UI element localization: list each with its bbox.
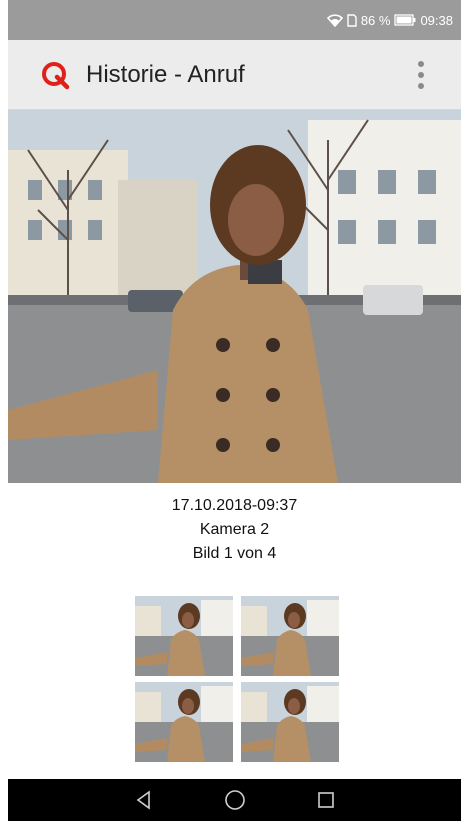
battery-percent: 86 % bbox=[360, 12, 391, 28]
main-snapshot-image[interactable] bbox=[8, 110, 461, 483]
sim-icon bbox=[347, 13, 357, 27]
recents-square-icon[interactable] bbox=[311, 785, 341, 815]
image-camera: Kamera 2 bbox=[199, 521, 270, 538]
left-frame bbox=[0, 0, 8, 821]
image-info: 17.10.2018-09:37 Kamera 2 Bild 1 von 4 bbox=[8, 494, 461, 566]
battery-icon bbox=[394, 14, 416, 26]
more-vert-icon[interactable] bbox=[411, 57, 431, 93]
thumbnail-grid bbox=[135, 596, 340, 762]
clock: 09:38 bbox=[420, 12, 453, 28]
thumbnail-3[interactable] bbox=[135, 682, 233, 762]
page-title: Historie - Anruf bbox=[86, 60, 245, 88]
image-datetime: 17.10.2018-09:37 bbox=[171, 497, 298, 514]
wifi-icon bbox=[326, 13, 343, 27]
thumbnail-4[interactable] bbox=[241, 682, 339, 762]
thumbnail-2[interactable] bbox=[241, 596, 339, 676]
back-triangle-icon[interactable] bbox=[129, 785, 159, 815]
home-circle-icon[interactable] bbox=[220, 785, 250, 815]
status-bar: 86 % 09:38 bbox=[8, 0, 461, 40]
system-nav-bar bbox=[8, 779, 461, 821]
image-counter: Bild 1 von 4 bbox=[192, 545, 277, 562]
thumbnail-1[interactable] bbox=[135, 596, 233, 676]
app-bar: Historie - Anruf bbox=[8, 40, 461, 110]
q-logo-icon bbox=[38, 58, 72, 92]
